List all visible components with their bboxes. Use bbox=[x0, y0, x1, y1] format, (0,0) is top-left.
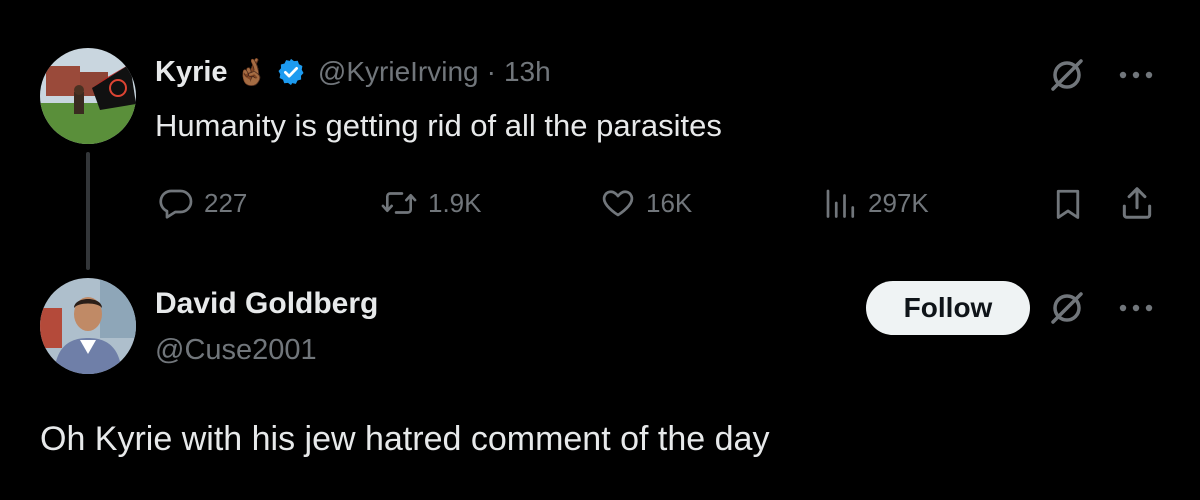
reply-author-handle[interactable]: @Cuse2001 bbox=[155, 334, 317, 367]
views-button[interactable]: 297K bbox=[822, 185, 929, 221]
views-icon bbox=[822, 185, 858, 221]
repost-icon bbox=[380, 185, 418, 221]
views-count: 297K bbox=[868, 187, 929, 218]
tweet-time[interactable]: 13h bbox=[504, 56, 551, 88]
share-icon[interactable] bbox=[1118, 184, 1156, 222]
reply-icon bbox=[158, 185, 194, 221]
author-handle[interactable]: @KyrieIrving bbox=[318, 56, 479, 88]
reply-author-name[interactable]: David Goldberg bbox=[155, 287, 378, 321]
repost-count: 1.9K bbox=[428, 187, 482, 218]
bookmark-icon[interactable] bbox=[1050, 186, 1086, 222]
reply-button[interactable]: 227 bbox=[158, 185, 247, 221]
tweet-text: Humanity is getting rid of all the paras… bbox=[155, 108, 722, 143]
follow-button[interactable]: Follow bbox=[866, 281, 1030, 335]
verified-badge-icon bbox=[276, 57, 306, 87]
kyrie-avatar[interactable] bbox=[40, 48, 136, 144]
like-count: 16K bbox=[646, 187, 693, 218]
like-button[interactable]: 16K bbox=[600, 185, 692, 221]
thread-connector-line bbox=[86, 152, 90, 270]
heart-icon bbox=[600, 185, 636, 221]
reply-count: 227 bbox=[204, 187, 248, 218]
dot-separator: · bbox=[486, 56, 496, 87]
grok-icon[interactable] bbox=[1048, 289, 1086, 327]
crossed-fingers-emoji: 🤞🏾 bbox=[235, 56, 268, 87]
tweet-header: Kyrie 🤞🏾 @KyrieIrving · 13h bbox=[155, 52, 551, 92]
more-icon[interactable] bbox=[1116, 293, 1156, 323]
reply-text: Oh Kyrie with his jew hatred comment of … bbox=[40, 420, 770, 458]
david-avatar[interactable] bbox=[40, 278, 136, 374]
author-name[interactable]: Kyrie bbox=[155, 56, 228, 89]
repost-button[interactable]: 1.9K bbox=[380, 185, 482, 221]
grok-icon[interactable] bbox=[1048, 56, 1086, 94]
more-icon[interactable] bbox=[1116, 60, 1156, 90]
